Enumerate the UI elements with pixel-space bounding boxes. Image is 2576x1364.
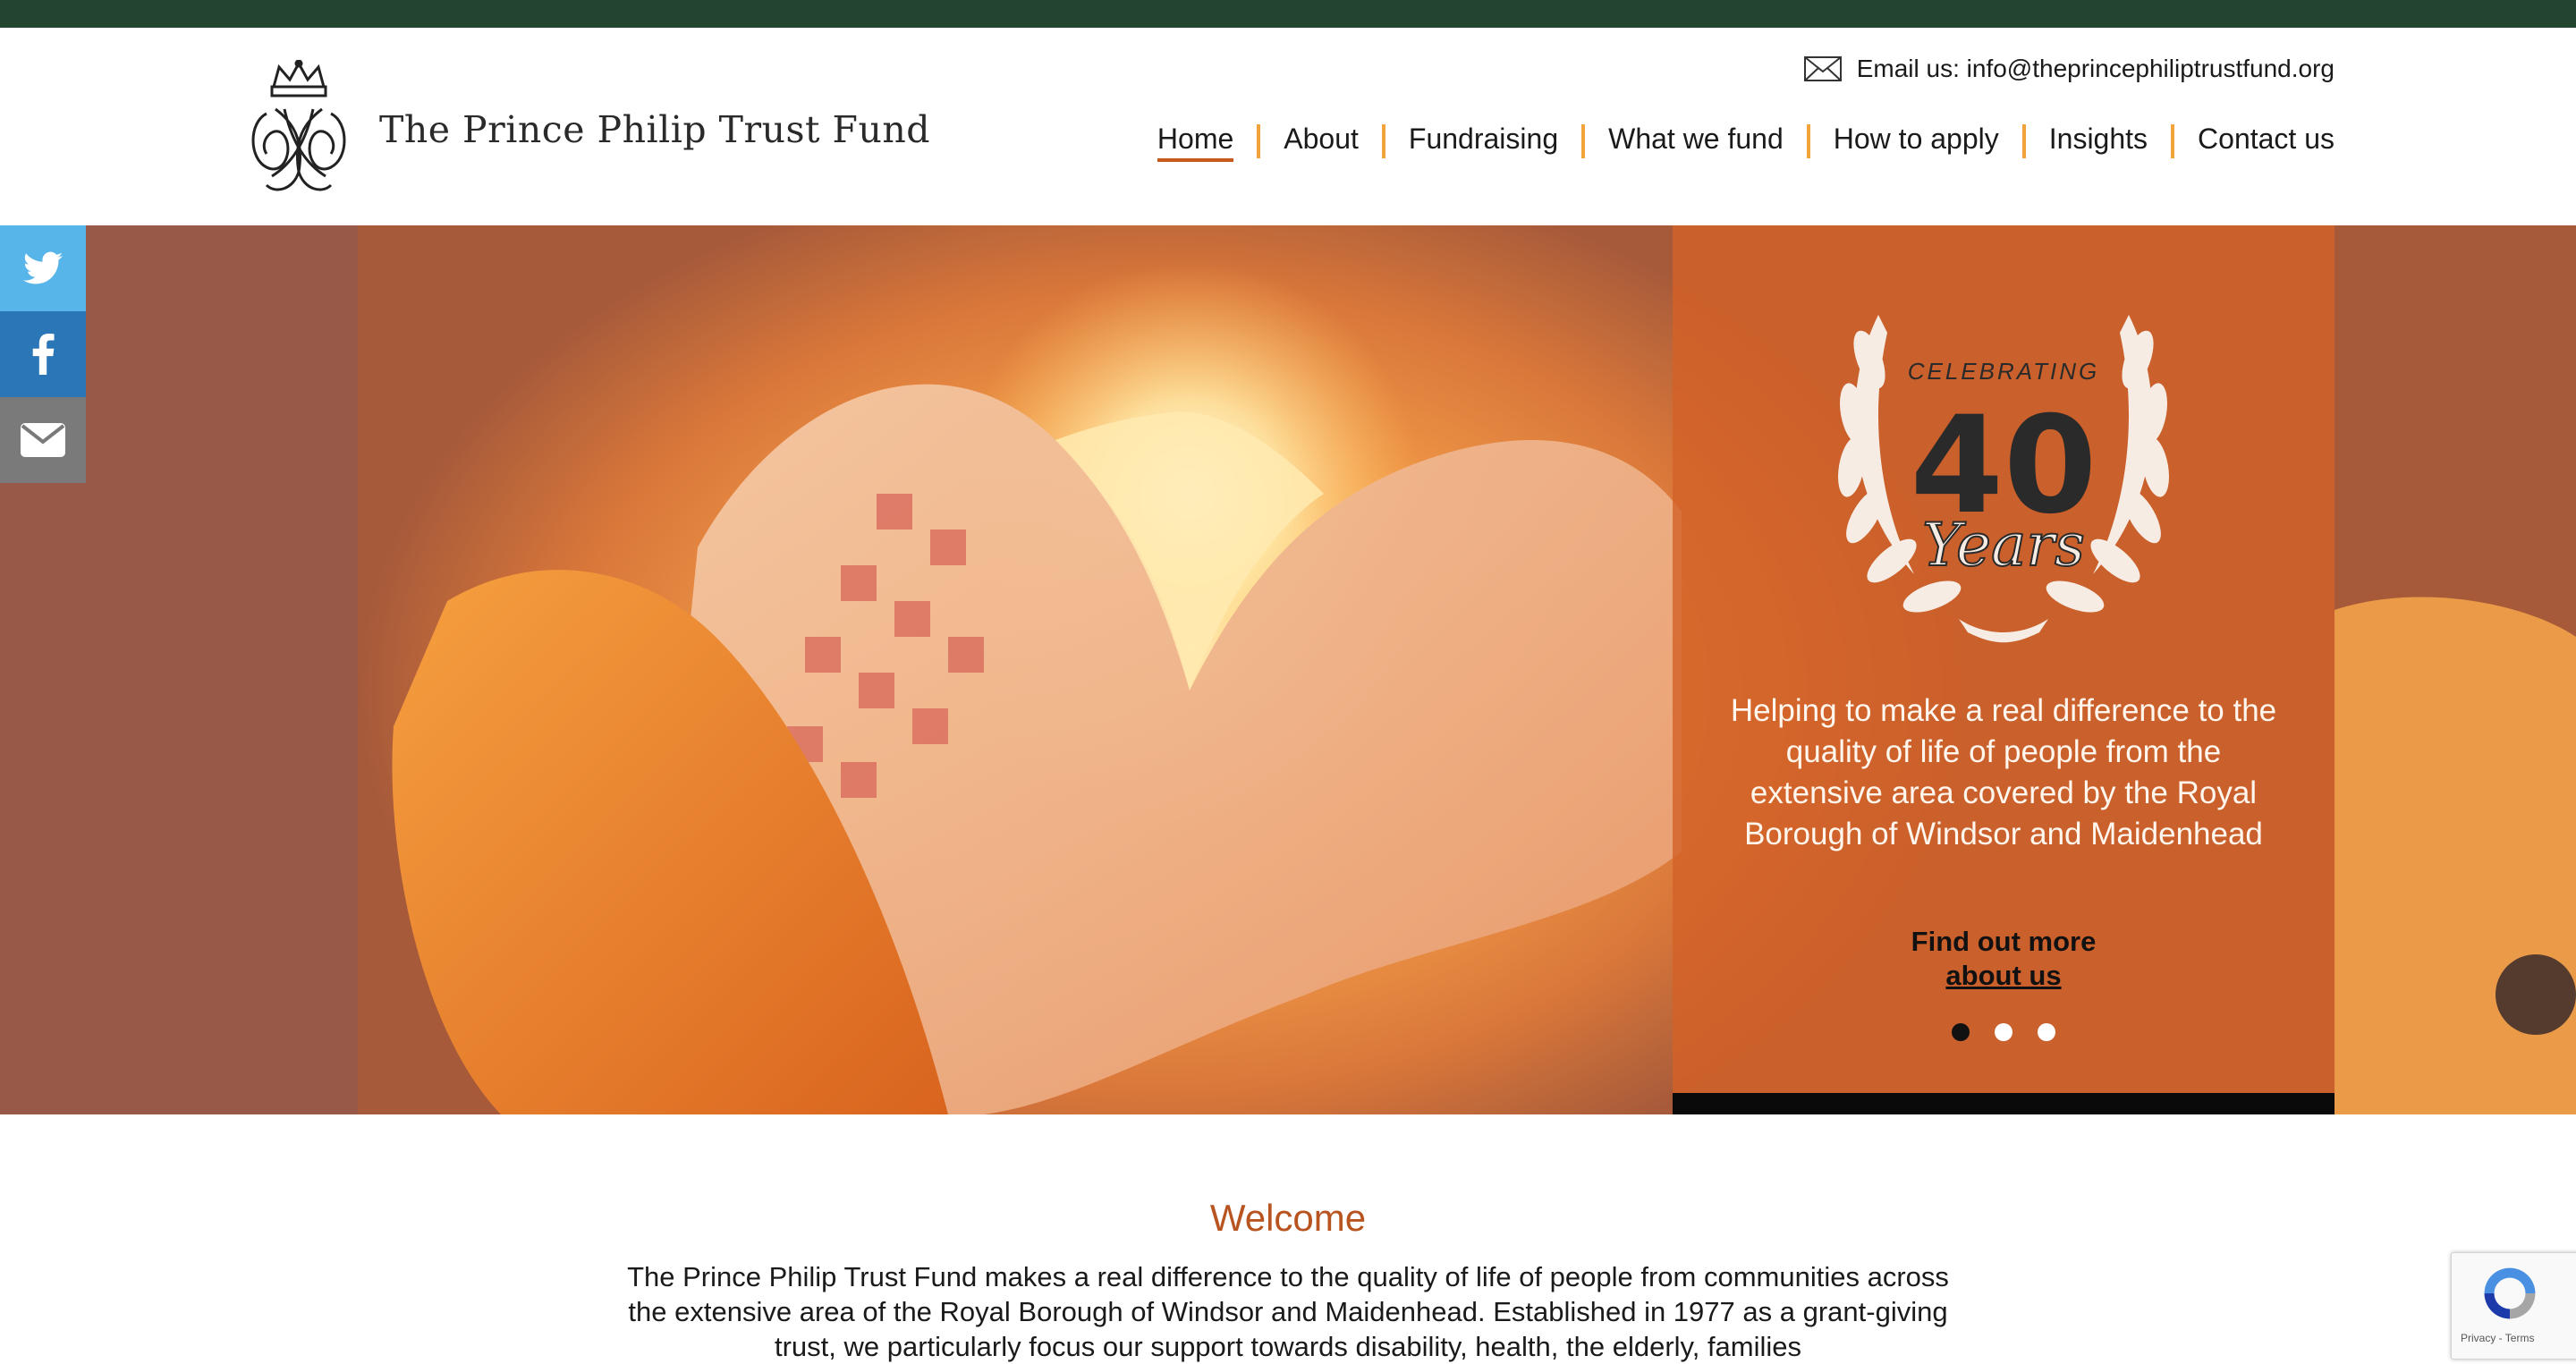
- main-nav: Home About Fundraising What we fund How …: [1132, 123, 2334, 162]
- recaptcha-badge[interactable]: Privacy - Terms: [2451, 1252, 2576, 1360]
- recaptcha-footer[interactable]: Privacy - Terms: [2461, 1332, 2534, 1344]
- recaptcha-icon: [2484, 1267, 2536, 1319]
- celebrating-40-years-badge: CELEBRATING 40 Years: [1838, 315, 2169, 643]
- nav-home[interactable]: Home: [1132, 123, 1258, 162]
- envelope-icon: [21, 423, 65, 457]
- svg-text:Years: Years: [1922, 511, 2085, 580]
- panel-bottom-bar: [1673, 1093, 2334, 1114]
- nav-fundraising[interactable]: Fundraising: [1381, 123, 1583, 158]
- welcome-section: Welcome The Prince Philip Trust Fund mak…: [0, 1114, 2576, 1362]
- nav-insights[interactable]: Insights: [2021, 123, 2173, 158]
- site-logo[interactable]: The Prince Philip Trust Fund: [240, 60, 930, 199]
- cta-line: Find out more: [1911, 926, 2097, 957]
- twitter-icon: [23, 251, 63, 284]
- svg-text:CELEBRATING: CELEBRATING: [1908, 358, 2100, 385]
- crown-monogram-icon: [251, 60, 346, 191]
- nav-about[interactable]: About: [1257, 123, 1384, 158]
- slide-dot-2[interactable]: [1995, 1023, 2012, 1041]
- hero-tagline: Helping to make a real difference to the…: [1730, 693, 2277, 851]
- slide-dot-1[interactable]: [1952, 1023, 1970, 1041]
- hero-info-panel: CELEBRATING 40 Years Helping to make a r…: [1673, 225, 2334, 1114]
- social-share-bar: [0, 225, 86, 483]
- welcome-title: Welcome: [1209, 1197, 1367, 1239]
- email-link[interactable]: Email us: info@theprincephiliptrustfund.…: [1857, 55, 2334, 83]
- slider-dots: [1673, 1023, 2334, 1041]
- twitter-share-button[interactable]: [0, 225, 86, 311]
- envelope-icon: [1803, 56, 1842, 81]
- email-share-button[interactable]: [0, 397, 86, 483]
- facebook-share-button[interactable]: [0, 311, 86, 397]
- find-out-more-cta: Find out more about us: [1726, 925, 2281, 993]
- slide-dot-3[interactable]: [2038, 1023, 2055, 1041]
- welcome-body: The Prince Philip Trust Fund makes a rea…: [627, 1261, 1949, 1362]
- site-name: The Prince Philip Trust Fund: [379, 108, 931, 151]
- nav-how-to-apply[interactable]: How to apply: [1806, 123, 2024, 158]
- email-contact[interactable]: Email us: info@theprincephiliptrustfund.…: [1803, 55, 2334, 83]
- top-bar: [0, 0, 2576, 28]
- nav-what-we-fund[interactable]: What we fund: [1581, 123, 1809, 158]
- about-us-link[interactable]: about us: [1726, 959, 2281, 993]
- nav-contact-us[interactable]: Contact us: [2171, 123, 2334, 158]
- hero-slider: CELEBRATING 40 Years Helping to make a r…: [0, 225, 2576, 1114]
- facebook-icon: [32, 334, 55, 375]
- site-header: The Prince Philip Trust Fund Email us: i…: [0, 28, 2576, 225]
